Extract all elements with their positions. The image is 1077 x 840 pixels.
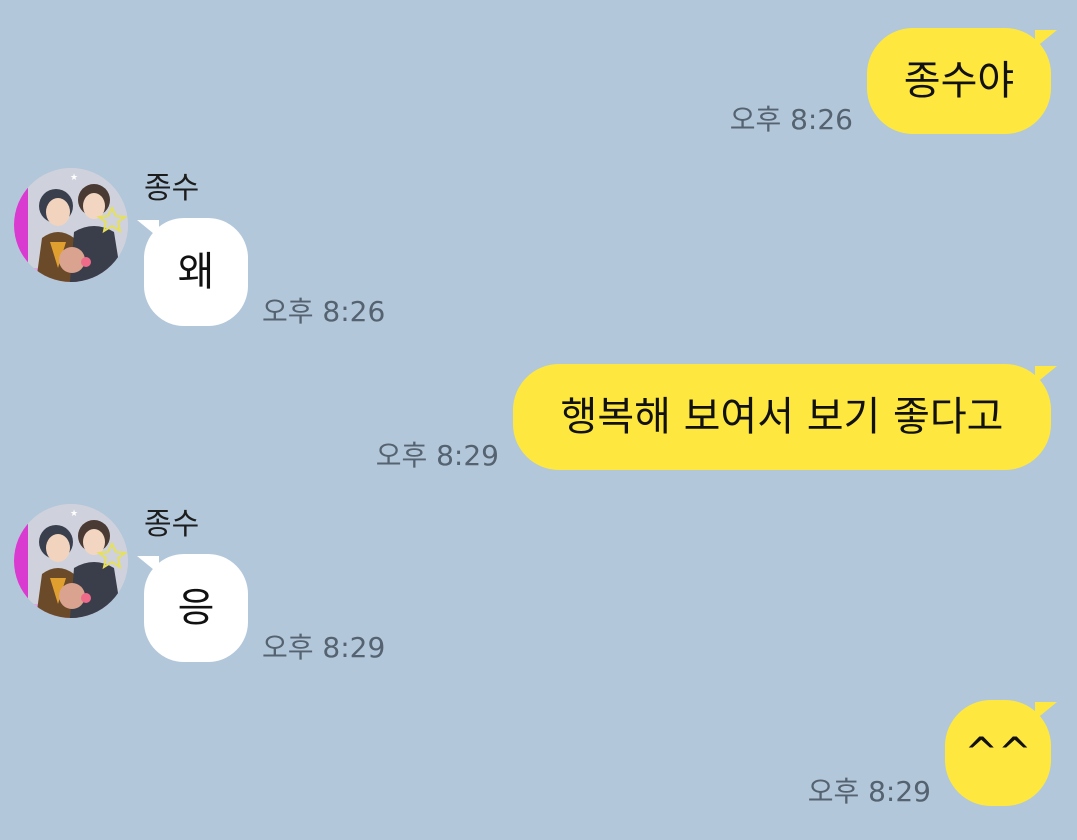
svg-text:★: ★ [70, 173, 78, 183]
message-bubble-incoming[interactable]: 응 [144, 554, 248, 662]
sender-name: 종수 [144, 171, 200, 206]
sender-name: 종수 [144, 507, 200, 542]
friend-avatar[interactable]: ★ [14, 504, 128, 618]
friend-avatar[interactable]: ★ [14, 168, 128, 282]
message-timestamp: 오후 8:29 [375, 439, 499, 472]
message-bubble-outgoing[interactable]: 행복해 보여서 보기 좋다고 [513, 364, 1051, 470]
svg-text:★: ★ [70, 509, 78, 519]
message-timestamp: 오후 8:26 [262, 295, 386, 328]
message-bubble-outgoing[interactable]: 종수야 [867, 28, 1051, 134]
message-timestamp: 오후 8:29 [807, 775, 931, 808]
profile-photo-icon: ★ [14, 504, 128, 618]
profile-photo-icon: ★ [14, 168, 128, 282]
message-timestamp: 오후 8:29 [262, 631, 386, 664]
message-timestamp: 오후 8:26 [729, 103, 853, 136]
message-bubble-outgoing[interactable]: ^^ [945, 700, 1051, 806]
message-bubble-incoming[interactable]: 왜 [144, 218, 248, 326]
